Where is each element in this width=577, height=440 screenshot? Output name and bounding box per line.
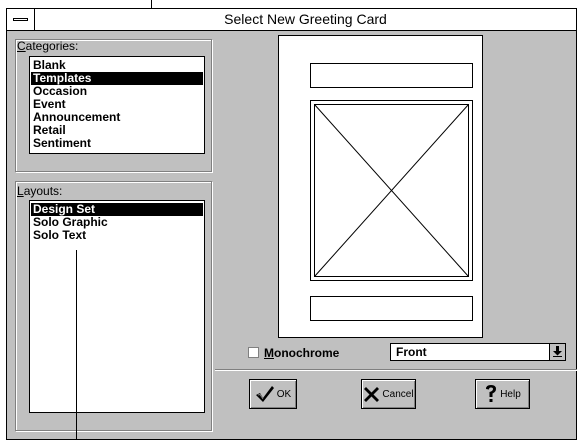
category-item-sentiment[interactable]: Sentiment — [31, 137, 203, 150]
categories-label: Categories: — [17, 39, 79, 53]
card-preview — [278, 35, 483, 338]
monochrome-label[interactable]: Monochrome — [264, 346, 339, 360]
preview-footer-placeholder — [310, 296, 473, 321]
layout-item-solo-text[interactable]: Solo Text — [31, 229, 203, 242]
ok-label: OK — [276, 388, 292, 400]
categories-listbox[interactable]: Blank Templates Occasion Event Announcem… — [29, 56, 205, 154]
monochrome-checkbox[interactable] — [248, 347, 259, 358]
question-mark-icon — [486, 385, 497, 402]
separator — [215, 369, 577, 371]
callout-line-bottom — [76, 250, 77, 440]
preview-graphic-placeholder — [310, 100, 473, 281]
ok-button[interactable]: OK — [249, 379, 297, 409]
checkmark-icon — [255, 386, 274, 402]
cancel-button[interactable]: Cancel — [361, 379, 416, 409]
title-bar: Select New Greeting Card — [7, 9, 576, 31]
preview-header-placeholder — [310, 63, 473, 88]
view-select-value: Front — [396, 345, 427, 359]
dialog-window: Select New Greeting Card Categories: Bla… — [6, 8, 577, 440]
help-button[interactable]: Help — [475, 379, 530, 409]
layouts-label: Layouts: — [17, 184, 63, 198]
dialog-title: Select New Greeting Card — [224, 11, 387, 27]
view-select[interactable]: Front — [390, 343, 566, 361]
x-cancel-icon — [364, 386, 380, 402]
help-label: Help — [500, 388, 521, 400]
cancel-label: Cancel — [382, 388, 414, 400]
layouts-listbox[interactable]: Design Set Solo Graphic Solo Text — [29, 200, 205, 413]
system-menu-button[interactable] — [7, 9, 35, 30]
dropdown-arrow-icon[interactable] — [549, 344, 565, 360]
system-menu-icon — [13, 18, 28, 21]
